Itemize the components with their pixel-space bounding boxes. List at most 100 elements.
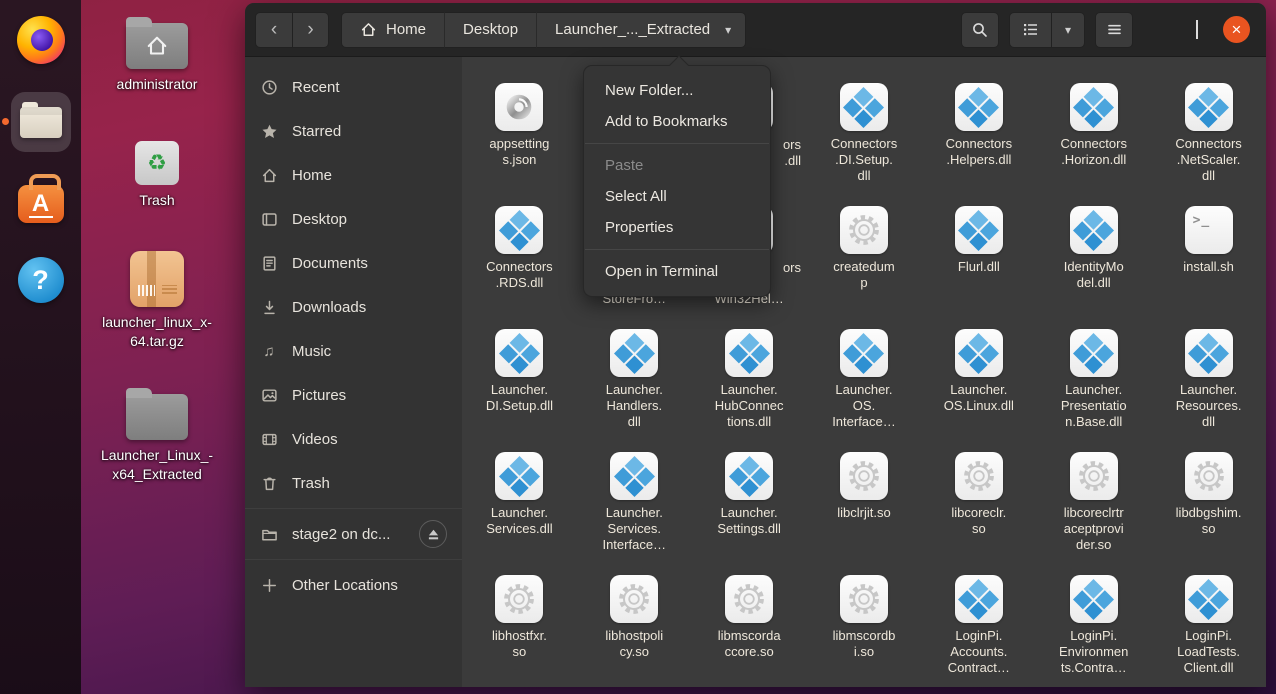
file-label: Launcher. DI.Setup.dll (486, 382, 553, 414)
sidebar-item-desktop[interactable]: Desktop (245, 197, 462, 241)
file-label: libhostfxr. so (492, 628, 547, 660)
sidebar-item-home[interactable]: Home (245, 153, 462, 197)
file-item[interactable]: Launcher. Services.dll (462, 452, 577, 575)
path-button-desktop[interactable]: Desktop (444, 12, 536, 48)
search-button[interactable] (961, 12, 999, 48)
dock-item-firefox[interactable] (11, 10, 71, 70)
file-item[interactable]: Launcher. OS.Linux.dll (921, 329, 1036, 452)
menu-item-paste: Paste (584, 150, 770, 181)
file-item[interactable]: Launcher. OS. Interface… (807, 329, 922, 452)
close-icon: × (1232, 21, 1242, 38)
list-view-button[interactable] (1009, 12, 1051, 48)
sidebar-item-recent[interactable]: Recent (245, 65, 462, 109)
file-label: Connectors .NetScaler. dll (1175, 136, 1241, 184)
file-item[interactable]: LoginPi. Environmen ts.Contra… (1036, 575, 1151, 687)
sidebar-item-downloads[interactable]: Downloads (245, 285, 462, 329)
file-label: Launcher. Handlers. dll (606, 382, 663, 430)
menu-item-properties[interactable]: Properties (584, 212, 770, 243)
file-item[interactable]: appsetting s.json (462, 83, 577, 206)
file-item[interactable]: Flurl.dll (921, 206, 1036, 329)
dock-item-files[interactable] (11, 92, 71, 152)
sidebar-item-documents[interactable]: Documents (245, 241, 462, 285)
file-item[interactable]: libmscordb i.so (807, 575, 922, 687)
file-item[interactable]: Connectors .RDS.dll (462, 206, 577, 329)
menu-item-select-all[interactable]: Select All (584, 181, 770, 212)
sidebar-item-pictures[interactable]: Pictures (245, 373, 462, 417)
path-button-current[interactable]: Launcher_..._Extracted ▾ (536, 12, 746, 48)
dock-item-ubuntu-software[interactable]: A (11, 169, 71, 229)
file-item[interactable]: Connectors .Horizon.dll (1036, 83, 1151, 206)
files-icon (20, 107, 62, 138)
file-label: LoginPi. Accounts. Contract… (948, 628, 1010, 676)
sidebar-item-label: stage2 on dc... (292, 526, 390, 543)
sidebar-item-trash[interactable]: Trash (245, 461, 462, 505)
file-item[interactable]: LoginPi. Accounts. Contract… (921, 575, 1036, 687)
menu-item-add-to-bookmarks[interactable]: Add to Bookmarks (584, 106, 770, 137)
file-item[interactable]: Connectors .Helpers.dll (921, 83, 1036, 206)
menu-button[interactable] (1095, 12, 1133, 48)
file-item[interactable]: libclrjit.so (807, 452, 922, 575)
sidebar-item-music[interactable]: ♫Music (245, 329, 462, 373)
dock-item-help[interactable]: ? (11, 250, 71, 310)
file-item[interactable]: Launcher. DI.Setup.dll (462, 329, 577, 452)
download-icon (260, 299, 278, 316)
file-item[interactable]: libcoreclrtr aceptprovi der.so (1036, 452, 1151, 575)
file-item[interactable]: Launcher. Settings.dll (692, 452, 807, 575)
maximize-button[interactable] (1196, 21, 1198, 39)
file-item[interactable]: IdentityMo del.dll (1036, 206, 1151, 329)
file-icon-gear (840, 206, 888, 254)
sidebar-item-starred[interactable]: Starred (245, 109, 462, 153)
eject-button[interactable] (419, 520, 447, 548)
back-button[interactable]: ‹ (255, 12, 292, 48)
file-item[interactable]: Launcher. Resources. dll (1151, 329, 1266, 452)
file-item[interactable]: Connectors .DI.Setup. dll (807, 83, 922, 206)
file-item[interactable]: libcoreclr. so (921, 452, 1036, 575)
menu-separator (585, 249, 769, 250)
file-item[interactable]: Launcher. HubConnec tions.dll (692, 329, 807, 452)
file-item[interactable]: Launcher. Handlers. dll (577, 329, 692, 452)
picture-icon (260, 387, 278, 404)
chevron-right-icon: › (307, 19, 313, 41)
file-manager-window: ‹ › Home Desktop Launcher_..._Extracted … (245, 3, 1266, 687)
file-label: IdentityMo del.dll (1064, 259, 1124, 291)
file-item[interactable]: Launcher. Services. Interface… (577, 452, 692, 575)
file-label: Connectors .RDS.dll (486, 259, 552, 291)
file-item[interactable]: >_install.sh (1151, 206, 1266, 329)
desktop-icon-trash[interactable]: ♻ Trash (96, 127, 218, 210)
file-icon-dll (840, 83, 888, 131)
menu-item-open-in-terminal[interactable]: Open in Terminal (584, 256, 770, 287)
desktop-icon-extracted-folder[interactable]: Launcher_Linux_- x64_Extracted (96, 382, 218, 484)
menu-separator (585, 143, 769, 144)
file-item[interactable]: Connectors .NetScaler. dll (1151, 83, 1266, 206)
dock: A ? (0, 0, 81, 694)
context-menu: New Folder...Add to Bookmarks PasteSelect… (583, 65, 771, 297)
menu-item-new-folder[interactable]: New Folder... (584, 75, 770, 106)
sidebar-item-videos[interactable]: Videos (245, 417, 462, 461)
sidebar-item-stage2-on-dc[interactable]: stage2 on dc... (245, 512, 462, 556)
view-options-button[interactable]: ▾ (1051, 12, 1085, 48)
forward-button[interactable]: › (292, 12, 329, 48)
path-button-home[interactable]: Home (341, 12, 444, 48)
file-item[interactable]: libmscorda ccore.so (692, 575, 807, 687)
file-label: createdum p (833, 259, 894, 291)
file-item[interactable]: Launcher. Presentatio n.Base.dll (1036, 329, 1151, 452)
close-button[interactable]: × (1223, 16, 1250, 43)
desktop-icon-administrator[interactable]: administrator (96, 11, 218, 94)
sidebar-item-label: Other Locations (292, 577, 398, 594)
clock-icon (260, 79, 278, 96)
file-label: libdbgshim. so (1176, 505, 1242, 537)
file-item[interactable]: LoginPi. LoadTests. Client.dll (1151, 575, 1266, 687)
sidebar-item-label: Home (292, 167, 332, 184)
path-label: Desktop (463, 21, 518, 38)
plus-icon (260, 577, 278, 594)
file-icon-dll (955, 206, 1003, 254)
file-item[interactable]: libhostfxr. so (462, 575, 577, 687)
sidebar-item-other-locations[interactable]: Other Locations (245, 563, 462, 607)
desktop-icon-tarball[interactable]: launcher_linux_x- 64.tar.gz (96, 249, 218, 351)
desktop-icon-label: administrator (96, 75, 218, 94)
folder-icon (126, 394, 188, 440)
file-label: libmscorda ccore.so (718, 628, 781, 660)
file-item[interactable]: libdbgshim. so (1151, 452, 1266, 575)
file-item[interactable]: libhostpoli cy.so (577, 575, 692, 687)
file-item[interactable]: createdum p (807, 206, 922, 329)
